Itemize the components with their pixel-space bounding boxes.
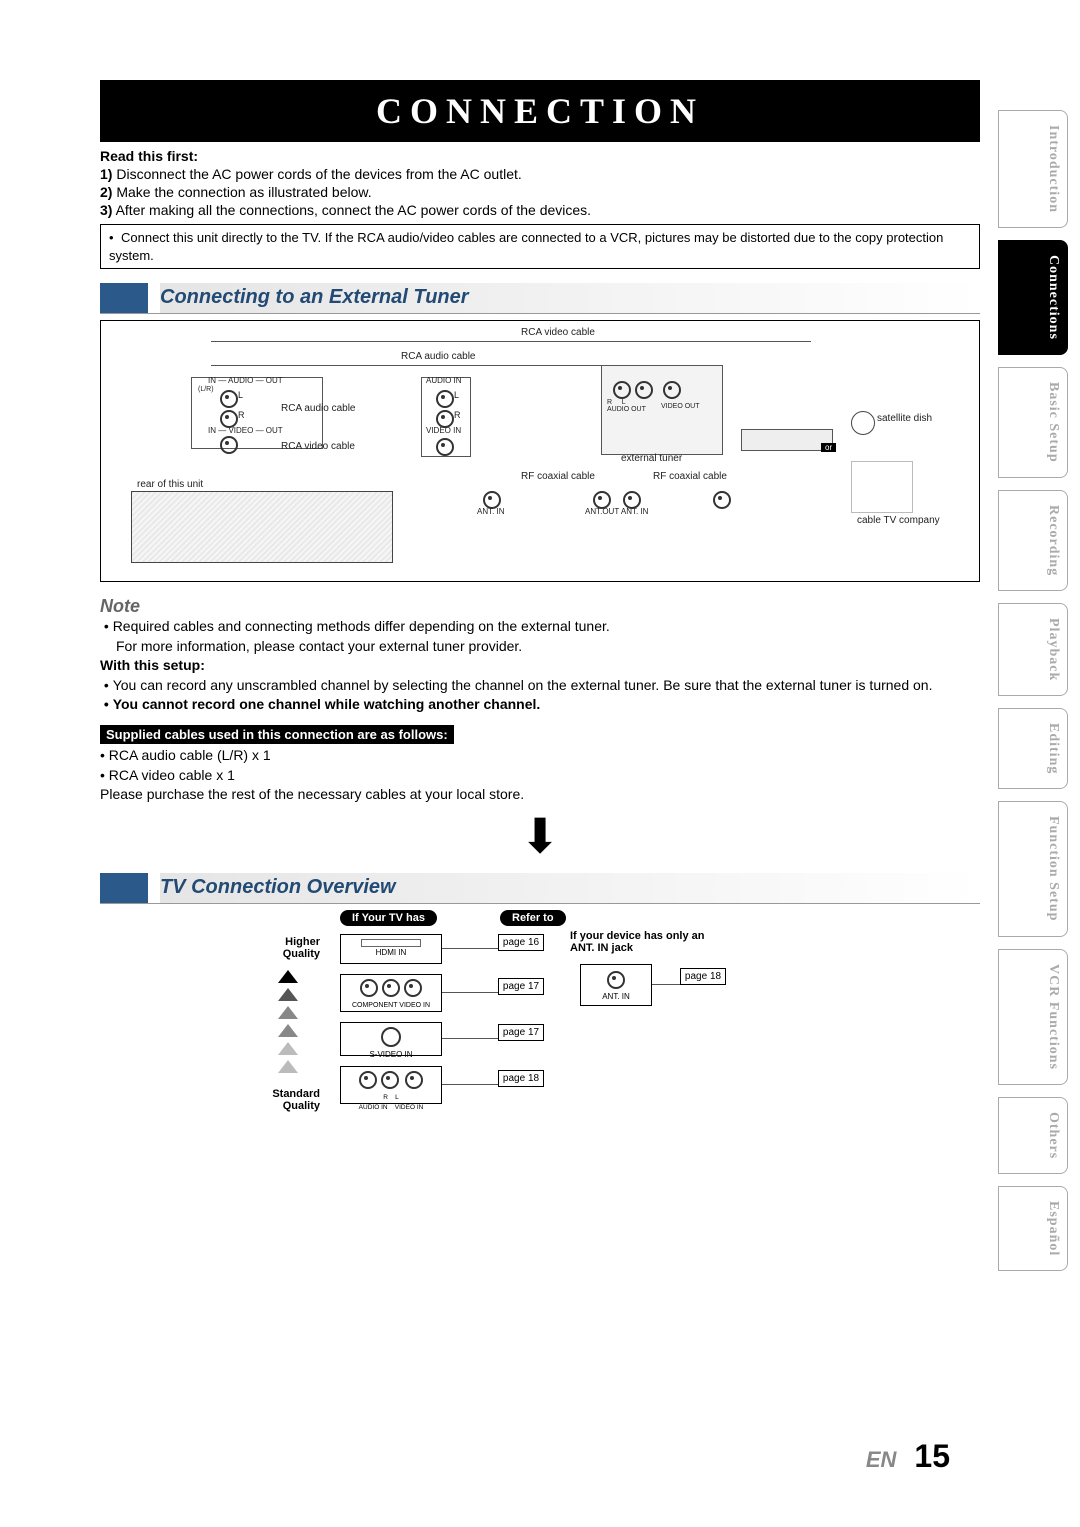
footer-page-number: 15: [914, 1438, 950, 1474]
connection-diagram: RCA video cable RCA audio cable IN — AUD…: [100, 320, 980, 582]
purchase-line: Please purchase the rest of the necessar…: [100, 785, 980, 805]
supplied-cables-header: Supplied cables used in this connection …: [100, 725, 454, 744]
pill-refer-to: Refer to: [500, 910, 566, 926]
unit-rear-illustration: [131, 491, 393, 563]
tab-playback[interactable]: Playback: [998, 603, 1068, 696]
section-header-external-tuner: Connecting to an External Tuner: [100, 283, 980, 314]
label-rca-audio-mid: RCA audio cable: [281, 403, 356, 414]
note-heading: Note: [100, 596, 980, 617]
label-rf-coax-left: RF coaxial cable: [521, 471, 595, 482]
label-or: or: [821, 443, 836, 452]
step-2: 2) Make the connection as illustrated be…: [100, 184, 980, 200]
label-in-video-out: IN — VIDEO — OUT: [208, 426, 283, 435]
label-audio-in: AUDIO IN: [426, 376, 462, 385]
label-ant-in-1: ANT. IN: [477, 507, 505, 516]
label-cabletv-company: cable TV company: [857, 515, 940, 526]
label-external-tuner: external tuner: [621, 453, 682, 464]
section-square-icon: [100, 283, 148, 313]
row-hdmi-label: HDMI IN: [376, 948, 407, 957]
with-setup-line-1: • You can record any unscrambled channel…: [100, 676, 980, 696]
page-footer: EN 15: [866, 1438, 950, 1475]
step-1: 1) Disconnect the AC power cords of the …: [100, 166, 980, 182]
page-title-banner: Connection: [100, 80, 980, 142]
higher-quality-label: Higher Quality: [250, 936, 320, 960]
supplied-line-1: • RCA audio cable (L/R) x 1: [100, 746, 980, 766]
tab-basic-setup[interactable]: Basic Setup: [998, 367, 1068, 478]
tab-connections[interactable]: Connections: [998, 240, 1068, 355]
row-svideo-label: S-VIDEO IN: [369, 1050, 412, 1059]
label-ant-out-in: ANT.OUT ANT. IN: [585, 507, 648, 516]
side-tabs: Introduction Connections Basic Setup Rec…: [998, 110, 1068, 1271]
row-av-label: R L AUDIO IN VIDEO IN: [359, 1094, 424, 1111]
section-title-1: Connecting to an External Tuner: [148, 283, 479, 313]
supplied-cables-block: Supplied cables used in this connection …: [100, 725, 980, 805]
label-rca-video-mid: RCA video cable: [281, 441, 355, 452]
tab-function-setup[interactable]: Function Setup: [998, 801, 1068, 936]
page-ref-17a: page 17: [498, 978, 544, 995]
standard-quality-label: Standard Quality: [250, 1088, 320, 1112]
label-rear-of-unit: rear of this unit: [137, 479, 203, 490]
tab-espanol[interactable]: Español: [998, 1186, 1068, 1271]
note-line-2: For more information, please contact you…: [100, 637, 980, 657]
page-ref-18b: page 18: [680, 968, 726, 985]
device-has-ant-label: If your device has only an ANT. IN jack: [570, 930, 730, 954]
manual-page: Connection Read this first: 1) Disconnec…: [0, 0, 1080, 1527]
label-video-in: VIDEO IN: [426, 426, 461, 435]
tv-overview-diagram: If Your TV has Refer to Higher Quality S…: [100, 910, 980, 1190]
supplied-line-2: • RCA video cable x 1: [100, 766, 980, 786]
label-rf-coax-right: RF coaxial cable: [653, 471, 727, 482]
tab-vcr-functions[interactable]: VCR Functions: [998, 949, 1068, 1085]
top-note-box: •Connect this unit directly to the TV. I…: [100, 224, 980, 269]
label-l-2: L: [454, 390, 459, 400]
page-ref-17b: page 17: [498, 1024, 544, 1041]
label-r-2: R: [454, 410, 461, 420]
section-header-tv-overview: TV Connection Overview: [100, 873, 980, 904]
row-component-label: COMPONENT VIDEO IN: [352, 1002, 430, 1009]
footer-lang: EN: [866, 1447, 897, 1472]
step-3: 3) After making all the connections, con…: [100, 202, 980, 218]
label-l-1: L: [238, 390, 243, 400]
section-title-2: TV Connection Overview: [148, 873, 406, 903]
note-line-1: • Required cables and connecting methods…: [100, 617, 980, 637]
top-note-text: Connect this unit directly to the TV. If…: [109, 230, 943, 263]
page-ref-18a: page 18: [498, 1070, 544, 1087]
read-this-first-label: Read this first:: [100, 148, 980, 164]
label-rca-audio-top: RCA audio cable: [401, 351, 476, 362]
arrow-down-icon: ➡: [516, 811, 564, 859]
pill-if-tv-has: If Your TV has: [340, 910, 437, 926]
section-square-icon-2: [100, 873, 148, 903]
tab-others[interactable]: Others: [998, 1097, 1068, 1174]
label-audio-out: R L AUDIO OUT: [607, 399, 646, 413]
label-r-1: R: [238, 410, 245, 420]
tab-editing[interactable]: Editing: [998, 708, 1068, 789]
tab-recording[interactable]: Recording: [998, 490, 1068, 591]
page-ref-16: page 16: [498, 934, 544, 951]
label-in-audio-out: IN — AUDIO — OUT: [208, 376, 283, 385]
with-this-setup-label: With this setup:: [100, 656, 980, 676]
cannot-record-line: • You cannot record one channel while wa…: [100, 695, 980, 715]
label-satellite-dish: satellite dish: [877, 413, 932, 424]
label-video-out: VIDEO OUT: [661, 403, 700, 410]
tab-introduction[interactable]: Introduction: [998, 110, 1068, 228]
label-lr: (L/R): [198, 386, 214, 393]
label-rca-video-top: RCA video cable: [521, 327, 595, 338]
ant-in-small-label: ANT. IN: [602, 992, 630, 1001]
